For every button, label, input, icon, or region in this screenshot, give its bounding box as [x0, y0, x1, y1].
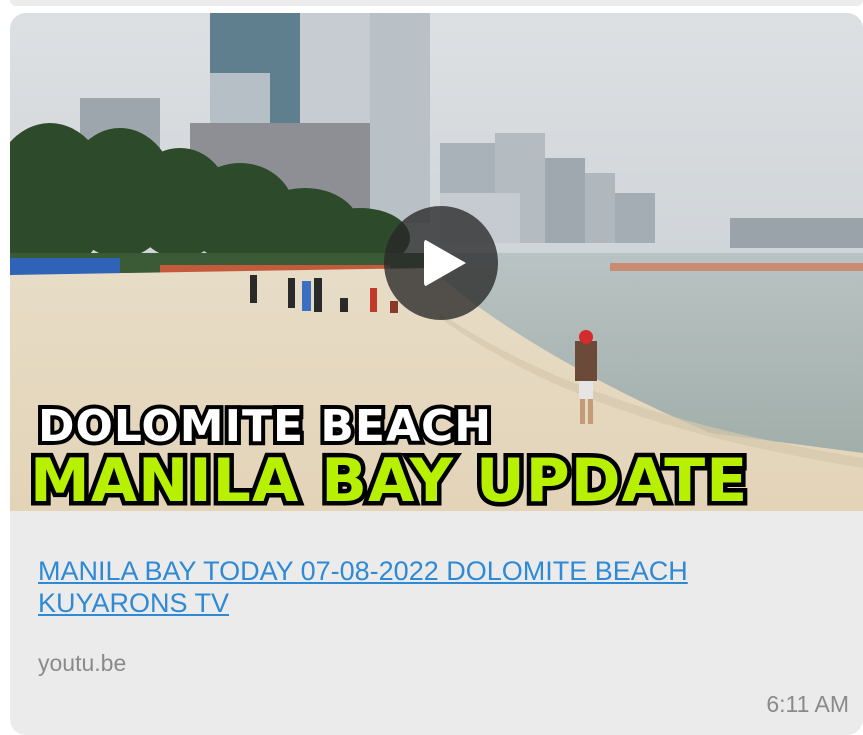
link-domain: youtu.be	[38, 650, 127, 676]
message-timestamp: 6:11 AM	[766, 691, 849, 717]
link-preview-message[interactable]: DOLOMITE BEACH MANILA BAY UPDATE MANILA …	[10, 13, 863, 735]
previous-message-edge	[10, 0, 863, 6]
link-title[interactable]: MANILA BAY TODAY 07-08-2022 DOLOMITE BEA…	[38, 555, 838, 619]
thumbnail-title-line2: MANILA BAY UPDATE	[30, 446, 748, 511]
play-icon	[424, 239, 466, 287]
play-button[interactable]	[384, 206, 498, 320]
thumbnail-title-line1: DOLOMITE BEACH	[38, 401, 492, 452]
video-thumbnail[interactable]: DOLOMITE BEACH MANILA BAY UPDATE	[10, 13, 863, 511]
